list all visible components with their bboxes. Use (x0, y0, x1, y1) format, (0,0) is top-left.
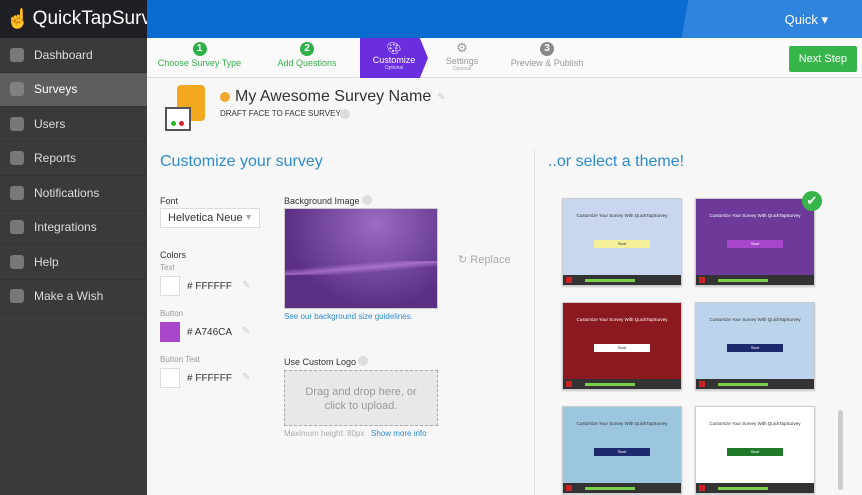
chevron-down-icon: ▼ (244, 212, 253, 222)
step-choose-survey-type[interactable]: 1 Choose Survey Type (147, 38, 252, 78)
next-step-button[interactable]: Next Step (788, 46, 857, 72)
step-settings[interactable]: ⚙ Settings Optional (432, 38, 492, 78)
integrations-icon (10, 220, 24, 235)
top-bar: Quick ▾ (147, 0, 862, 38)
sidebar-item-integrations[interactable]: Integrations (0, 211, 147, 245)
help-icon (10, 254, 24, 269)
dashboard-icon (10, 47, 24, 62)
logo-upload-dropzone[interactable]: Drag and drop here, or click to upload. (284, 370, 438, 426)
make-a-wish-icon (10, 289, 24, 304)
edit-button-color-icon[interactable]: ✎ (242, 326, 250, 337)
theme-card[interactable]: Customize Your Survey With QuickTapSurve… (695, 406, 815, 494)
hand-pointer-icon: ☝ (6, 9, 30, 30)
sidebar-item-make-a-wish[interactable]: Make a Wish (0, 280, 147, 314)
colors-label: Colors (160, 250, 187, 260)
theme-card[interactable]: Customize Your Survey With QuickTapSurve… (562, 198, 682, 286)
reports-icon (10, 151, 24, 166)
max-height-note: Maximum height: 80px (284, 429, 365, 438)
palette-icon: 🎨︎ (386, 41, 402, 55)
font-label: Font (160, 196, 179, 206)
theme-card[interactable]: Customize Your Survey With QuickTapSurve… (562, 302, 682, 390)
draft-status-icon (220, 92, 230, 102)
customize-heading: Customize your survey (160, 153, 323, 170)
sidebar-item-users[interactable]: Users (0, 107, 147, 142)
background-image-preview (284, 208, 438, 309)
background-guidelines-link[interactable]: See our background size guidelines. (284, 312, 413, 321)
help-icon[interactable] (362, 195, 372, 205)
step-progress: 1 Choose Survey Type 2 Add Questions 🎨︎ Cus… (147, 38, 862, 78)
account-menu[interactable]: Quick ▾ (785, 12, 828, 28)
button-text-color-hex[interactable]: # FFFFFF (187, 373, 232, 384)
button-color-label: Button (160, 309, 184, 318)
sidebar-item-reports[interactable]: Reports (0, 142, 147, 176)
button-color-hex[interactable]: # A746CA (187, 327, 232, 338)
survey-type-icon (165, 85, 209, 133)
sidebar-item-dashboard[interactable]: Dashboard (0, 38, 147, 73)
replace-button[interactable]: ↻ Replace (458, 253, 511, 266)
sidebar-item-surveys[interactable]: Surveys (0, 72, 147, 107)
help-icon[interactable] (340, 109, 350, 119)
sidebar-item-notifications[interactable]: Notifications (0, 176, 147, 211)
custom-logo-label: Use Custom Logo (284, 357, 357, 367)
survey-name[interactable]: My Awesome Survey Name (235, 88, 431, 106)
selected-check-icon: ✔ (802, 191, 822, 211)
help-icon[interactable] (358, 356, 368, 366)
text-color-swatch[interactable] (160, 276, 180, 296)
scrollbar[interactable] (838, 410, 843, 490)
sidebar-item-help[interactable]: Help (0, 245, 147, 280)
edit-name-icon[interactable]: ✎ (437, 92, 445, 103)
survey-type-label: DRAFT FACE TO FACE SURVEY (220, 109, 341, 118)
show-more-info-link[interactable]: Show more info (371, 429, 427, 438)
app-logo[interactable]: ☝ QuickTapSurvey (0, 0, 171, 38)
theme-card[interactable]: Customize Your Survey With QuickTapSurve… (695, 302, 815, 390)
notifications-icon (10, 185, 24, 200)
text-color-hex[interactable]: # FFFFFF (187, 281, 232, 292)
step-add-questions[interactable]: 2 Add Questions (257, 38, 357, 78)
text-color-label: Text (160, 263, 175, 272)
edit-button-text-color-icon[interactable]: ✎ (242, 372, 250, 383)
button-text-color-label: Button Text (160, 355, 200, 364)
themes-heading: ..or select a theme! (548, 153, 685, 170)
step-customize[interactable]: 🎨︎ Customize Optional (360, 38, 428, 78)
sidebar: ☝ QuickTapSurvey Dashboard Surveys Users Rep… (0, 0, 171, 495)
button-text-color-swatch[interactable] (160, 368, 180, 388)
edit-text-color-icon[interactable]: ✎ (242, 280, 250, 291)
surveys-icon (10, 82, 24, 97)
refresh-icon: ↻ (458, 254, 468, 266)
theme-card[interactable]: Customize Your Survey With QuickTapSurve… (695, 198, 815, 286)
users-icon (10, 116, 24, 131)
button-color-swatch[interactable] (160, 322, 180, 342)
background-image-label: Background Image (284, 196, 360, 206)
font-select[interactable]: Helvetica Neue ▼ (160, 208, 260, 228)
step-preview-publish[interactable]: 3 Preview & Publish (502, 38, 592, 78)
divider (534, 150, 535, 495)
gear-icon: ⚙ (456, 40, 468, 55)
theme-card[interactable]: Customize Your Survey With QuickTapSurve… (562, 406, 682, 494)
